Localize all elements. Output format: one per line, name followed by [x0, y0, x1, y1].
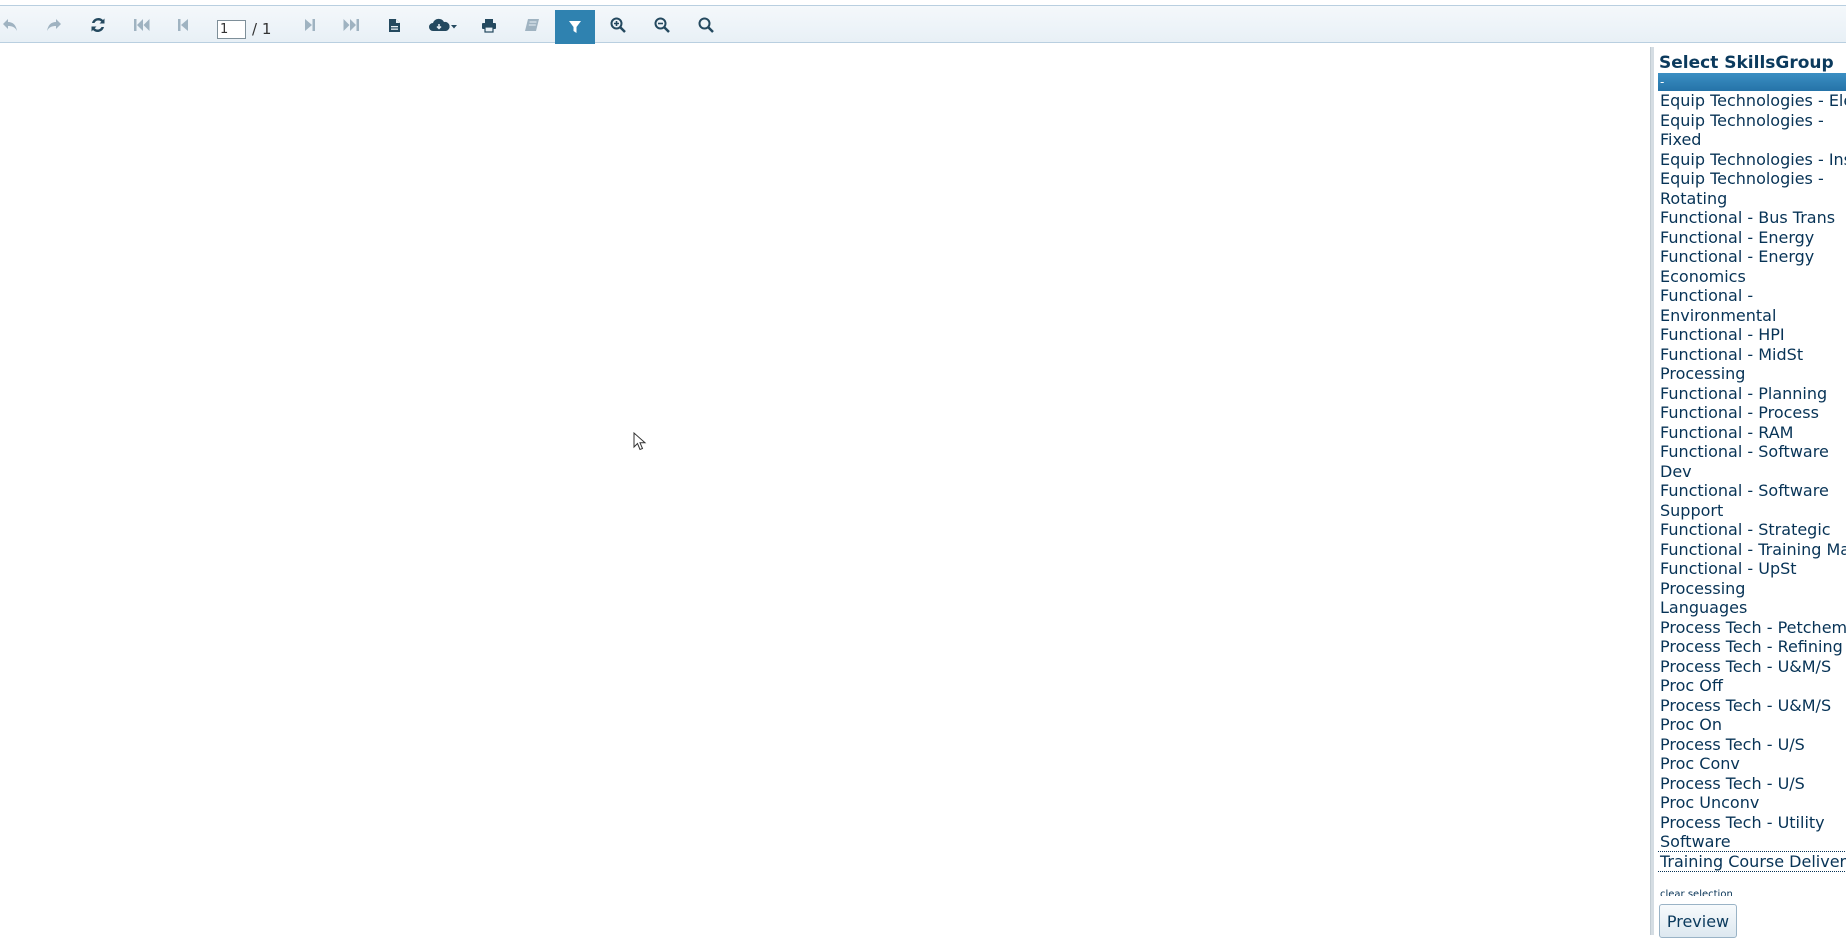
parameters-panel: Select SkillsGroup - Equip Technologies … [1658, 48, 1846, 935]
list-item[interactable]: Process Tech - Refining [1658, 637, 1846, 657]
parameters-icon[interactable] [555, 10, 595, 44]
list-item[interactable]: Functional - Strategic [1658, 520, 1836, 540]
list-item[interactable]: Equip Technologies - Instrumentation [1658, 150, 1846, 170]
list-item[interactable]: Functional - Energy [1658, 228, 1836, 248]
redo-icon[interactable] [40, 11, 68, 39]
mouse-cursor-icon [633, 431, 647, 456]
page-number-input[interactable] [217, 20, 246, 39]
list-item[interactable]: Functional - Planning [1658, 384, 1836, 404]
list-item[interactable]: Equip Technologies - Electrical [1658, 91, 1846, 111]
list-item[interactable]: Functional - Software Dev [1658, 442, 1836, 481]
next-page-icon[interactable] [296, 11, 324, 39]
parameter-title: Select SkillsGroup [1659, 53, 1834, 73]
last-page-icon[interactable] [337, 11, 365, 39]
report-toolbar: / 1 [0, 5, 1846, 44]
preview-button[interactable]: Preview [1659, 904, 1737, 938]
list-item[interactable]: Process Tech - Petchem [1658, 618, 1846, 638]
skillsgroup-listbox[interactable]: - Equip Technologies - Electrical Equip … [1658, 73, 1846, 935]
list-item[interactable]: Functional - Environmental [1658, 286, 1836, 325]
list-item[interactable]: Functional - UpSt Processing [1658, 559, 1836, 598]
document-map-icon[interactable] [380, 11, 408, 39]
list-item[interactable]: Functional - Process [1658, 403, 1836, 423]
first-page-icon[interactable] [128, 11, 156, 39]
undo-icon[interactable] [0, 11, 24, 39]
list-item[interactable]: Functional - Training Mat Dev [1658, 540, 1846, 560]
list-item[interactable]: Equip Technologies - Fixed [1658, 111, 1836, 150]
list-item-focused[interactable]: Training Course Delivery [1658, 850, 1846, 872]
export-icon[interactable] [426, 11, 460, 39]
list-item[interactable]: Process Tech - U&M/S Proc Off [1658, 657, 1836, 696]
print-icon[interactable] [475, 11, 503, 39]
previous-page-icon[interactable] [169, 11, 197, 39]
search-icon[interactable] [692, 11, 720, 39]
refresh-icon[interactable] [84, 11, 112, 39]
page-total: / 1 [252, 20, 272, 38]
list-item[interactable]: Functional - Energy Economics [1658, 247, 1836, 286]
list-item[interactable]: Process Tech - U&M/S Proc On [1658, 696, 1836, 735]
list-item[interactable]: Functional - Bus Trans [1658, 208, 1846, 228]
list-item[interactable]: Functional - RAM [1658, 423, 1836, 443]
list-item[interactable]: Process Tech - U/S Proc Unconv [1658, 774, 1836, 813]
list-item[interactable]: Functional - HPI [1658, 325, 1836, 345]
list-item[interactable]: Functional - MidSt Processing [1658, 345, 1836, 384]
list-item-selected[interactable]: - [1658, 73, 1846, 91]
zoom-in-icon[interactable] [604, 11, 632, 39]
list-item[interactable]: Process Tech - U/S Proc Conv [1658, 735, 1836, 774]
list-item[interactable]: Functional - Software Support [1658, 481, 1836, 520]
list-item[interactable]: Process Tech - Utility Software [1658, 813, 1836, 852]
list-item-label: Functional - Training Mat Dev [1660, 539, 1846, 559]
clear-selection-link[interactable]: clear selection [1660, 889, 1733, 896]
zoom-out-icon[interactable] [648, 11, 676, 39]
panel-splitter[interactable] [1650, 47, 1654, 935]
list-item[interactable]: Languages [1658, 598, 1836, 618]
print-layout-icon[interactable] [518, 11, 546, 39]
list-item[interactable]: Equip Technologies - Rotating [1658, 169, 1836, 208]
